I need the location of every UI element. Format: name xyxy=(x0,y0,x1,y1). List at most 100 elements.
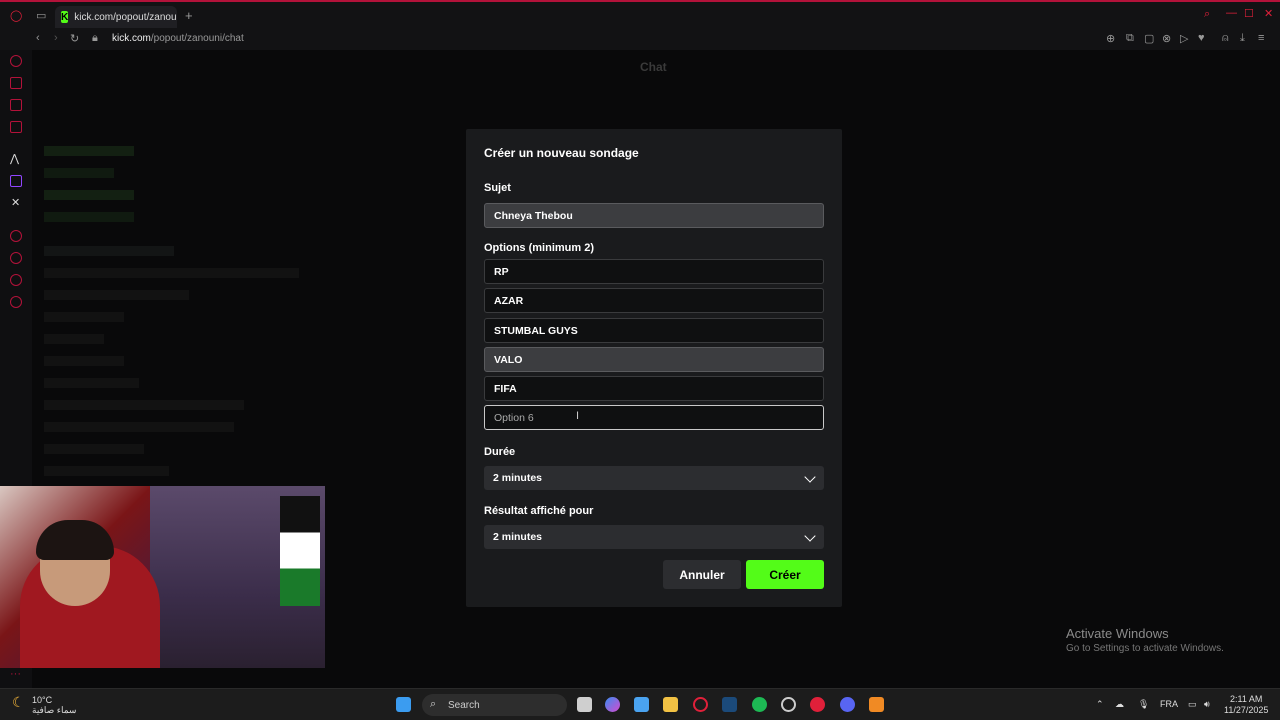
back-icon[interactable]: ‹ xyxy=(36,32,40,44)
chevron-down-icon xyxy=(804,471,816,483)
chat-message xyxy=(44,466,169,476)
volume-icon[interactable]: 🔊︎ xyxy=(1204,699,1210,710)
option-3-input[interactable]: STUMBAL GUYS xyxy=(484,318,824,343)
duration-label: Durée xyxy=(484,446,516,458)
sidebar-x-icon[interactable]: ✕ xyxy=(11,196,20,209)
sidebar-more-icon[interactable]: ··· xyxy=(10,668,21,680)
option-2-input[interactable]: AZAR xyxy=(484,288,824,313)
clock-time: 2:11 AM xyxy=(1230,694,1263,704)
subject-label: Sujet xyxy=(484,182,511,194)
create-button[interactable]: Créer xyxy=(746,560,824,589)
language-indicator[interactable]: FRA xyxy=(1160,699,1178,709)
sidebar-history-icon[interactable] xyxy=(10,252,22,264)
sidebar-home-icon[interactable] xyxy=(10,55,22,67)
chevron-down-icon xyxy=(804,530,816,542)
task-view-icon[interactable] xyxy=(577,697,592,712)
duration-value: 2 minutes xyxy=(493,472,543,484)
weather-desc: سماء صافية xyxy=(32,705,77,715)
clock-date: 11/27/2025 xyxy=(1224,705,1269,715)
maximize-icon[interactable]: ☐ xyxy=(1244,7,1254,20)
sidebar-messenger-icon[interactable] xyxy=(10,121,22,133)
reload-icon[interactable]: ↻ xyxy=(70,32,79,45)
sidebar-bag-icon[interactable] xyxy=(10,77,22,89)
spotify-icon[interactable] xyxy=(752,697,767,712)
chat-message xyxy=(44,400,244,410)
url-text[interactable]: kick.com/popout/zanouni/chat xyxy=(112,33,244,44)
discord-icon[interactable] xyxy=(840,697,855,712)
download-icon[interactable]: ⤓ xyxy=(1240,32,1245,45)
windows-start-icon[interactable] xyxy=(396,697,411,712)
forward-icon[interactable]: › xyxy=(54,32,58,44)
duration-select[interactable]: 2 minutes xyxy=(484,466,824,490)
snapshot-icon[interactable]: ⧉ xyxy=(1126,32,1134,45)
microphone-icon[interactable]: 🎙︎ xyxy=(1138,699,1149,710)
profile-icon[interactable]: ⍝ xyxy=(1222,32,1229,45)
chat-message xyxy=(44,444,144,454)
url-host: kick.com xyxy=(112,33,151,44)
chat-message xyxy=(44,268,299,278)
sidebar-pin-icon[interactable] xyxy=(10,274,22,286)
app-icon[interactable] xyxy=(781,697,796,712)
browser-tab-bar: ◯ ▭ K kick.com/popout/zanouni + ⌕ — ☐ ✕ xyxy=(0,0,1280,28)
tab-title: kick.com/popout/zanouni xyxy=(74,11,177,23)
valorant-icon[interactable] xyxy=(810,697,825,712)
option-6-input[interactable]: Option 6 xyxy=(484,405,824,430)
address-bar: ‹ › ↻ 🔒︎ kick.com/popout/zanouni/chat ⊕ … xyxy=(0,28,1280,50)
sidebar-settings-icon[interactable] xyxy=(10,296,22,308)
sidebar-twitch-icon[interactable] xyxy=(10,175,22,187)
result-duration-value: 2 minutes xyxy=(493,531,543,543)
subject-input[interactable]: Chneya Thebou xyxy=(484,203,824,228)
app2-icon[interactable] xyxy=(869,697,884,712)
option-1-input[interactable]: RP xyxy=(484,259,824,284)
chat-message xyxy=(44,290,189,300)
favorites-icon[interactable]: ♥ xyxy=(1198,32,1205,44)
webcam-overlay xyxy=(0,486,325,668)
network-icon[interactable]: ▭ xyxy=(1188,699,1197,710)
url-path: /popout/zanouni/chat xyxy=(150,33,244,44)
option-5-input[interactable]: FIFA xyxy=(484,376,824,401)
minimize-icon[interactable]: — xyxy=(1226,7,1237,19)
steam-icon[interactable] xyxy=(722,697,737,712)
onedrive-icon[interactable]: ☁ xyxy=(1115,699,1124,710)
tab-menu-icon[interactable]: ▭ xyxy=(36,9,46,22)
lock-icon: 🔒︎ xyxy=(92,32,98,44)
kick-favicon-icon: K xyxy=(61,11,69,23)
copilot-icon[interactable] xyxy=(605,697,620,712)
opera-logo-icon[interactable]: ◯ xyxy=(10,9,22,22)
sidebar-music-icon[interactable] xyxy=(10,230,22,242)
chat-message xyxy=(44,334,104,344)
search-tabs-icon[interactable]: ⌕ xyxy=(1204,8,1210,21)
extensions-icon[interactable]: ▢ xyxy=(1144,32,1154,45)
option-4-input[interactable]: VALO xyxy=(484,347,824,372)
streamer-hair xyxy=(36,520,114,560)
taskbar-search[interactable]: ⌕ Search xyxy=(422,694,567,716)
opera-taskbar-icon[interactable] xyxy=(693,697,708,712)
chat-message xyxy=(44,378,139,388)
moon-icon: ☾ xyxy=(12,694,25,710)
store-icon[interactable] xyxy=(634,697,649,712)
browser-tab-kick[interactable]: K kick.com/popout/zanouni xyxy=(55,6,177,28)
sidebar-chat-icon[interactable] xyxy=(10,99,22,111)
player-icon[interactable]: ▷ xyxy=(1180,32,1188,45)
cancel-button[interactable]: Annuler xyxy=(663,560,741,589)
new-tab-button[interactable]: + xyxy=(185,8,193,23)
create-poll-dialog: Créer un nouveau sondage Sujet Chneya Th… xyxy=(466,129,842,607)
chat-message xyxy=(44,190,134,200)
chat-message xyxy=(44,168,114,178)
result-duration-select[interactable]: 2 minutes xyxy=(484,525,824,549)
menu-icon[interactable]: ≡ xyxy=(1258,32,1264,44)
weather-temp: 10°C xyxy=(32,695,53,705)
search-label: Search xyxy=(448,699,480,711)
tray-expand-icon[interactable]: ⌃ xyxy=(1096,699,1104,710)
weather-widget[interactable]: ☾ 10°C سماء صافية xyxy=(12,695,76,715)
zoom-icon[interactable]: ⊕ xyxy=(1106,32,1115,45)
taskbar-clock[interactable]: 2:11 AM 11/27/2025 xyxy=(1224,694,1268,716)
options-label: Options (minimum 2) xyxy=(484,242,594,254)
chat-message xyxy=(44,146,134,156)
adblock-icon[interactable]: ⊗ xyxy=(1162,32,1171,45)
sidebar-kick-icon[interactable]: ⋀ xyxy=(10,152,19,165)
flag-image xyxy=(280,496,320,606)
search-icon: ⌕ xyxy=(430,698,437,710)
close-window-icon[interactable]: ✕ xyxy=(1264,7,1273,20)
file-explorer-icon[interactable] xyxy=(663,697,678,712)
